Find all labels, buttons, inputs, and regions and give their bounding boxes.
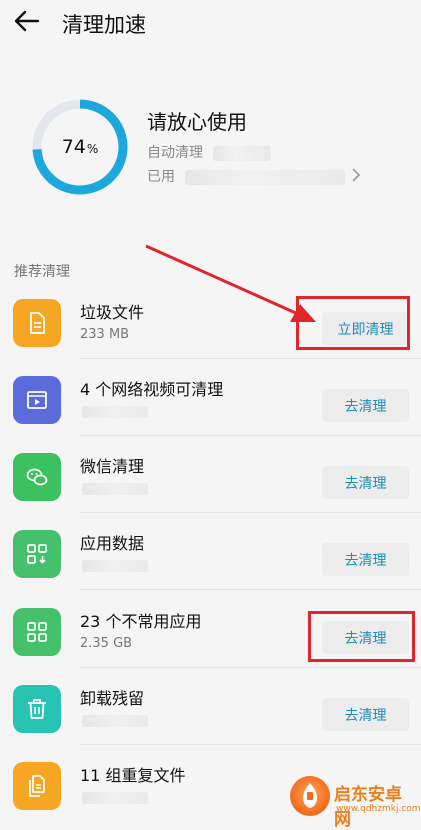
page-title: 清理加速: [62, 13, 146, 37]
app-grid-icon: [13, 608, 61, 656]
clean-item-videos[interactable]: 4 个网络视频可清理 去清理: [0, 360, 421, 436]
redacted-item-size: [82, 715, 148, 727]
watermark: 启东安卓网 www.qdhzmkj.com: [290, 772, 421, 830]
go-clean-button[interactable]: 去清理: [322, 466, 409, 499]
divider: [80, 358, 421, 359]
usage-percent-unit: %: [86, 142, 99, 156]
clean-item-app-data[interactable]: 应用数据 去清理: [0, 514, 421, 590]
chevron-right-icon[interactable]: [350, 167, 362, 183]
usage-percent: 74%: [30, 97, 130, 197]
item-name: 23 个不常用应用: [80, 612, 202, 631]
header: 清理加速: [0, 0, 421, 46]
status-title: 请放心使用: [147, 110, 247, 134]
usage-percent-value: 74: [61, 136, 86, 158]
redacted-item-size: [82, 406, 148, 418]
redacted-auto-clean-value: [213, 145, 272, 161]
go-clean-button[interactable]: 去清理: [322, 543, 409, 576]
app-data-icon: [13, 530, 61, 578]
trash-icon: [13, 685, 61, 733]
item-name: 11 组重复文件: [80, 766, 186, 785]
clean-item-wechat[interactable]: 微信清理 去清理: [0, 437, 421, 513]
go-clean-button[interactable]: 去清理: [322, 698, 409, 731]
item-size: 233 MB: [80, 327, 130, 342]
storage-used-label: 已用: [147, 169, 175, 185]
divider: [80, 667, 421, 668]
divider: [80, 512, 421, 513]
watermark-logo-icon: [290, 776, 330, 816]
item-name: 卸载残留: [80, 689, 145, 708]
video-icon: [13, 376, 61, 424]
highlight-box-unused-apps: [308, 611, 415, 662]
watermark-url: www.qdhzmkj.com: [336, 804, 421, 814]
auto-clean-line: 自动清理: [147, 142, 272, 162]
redacted-storage-value: [185, 169, 346, 185]
item-name: 应用数据: [80, 534, 145, 553]
clean-item-uninstall-leftovers[interactable]: 卸载残留 去清理: [0, 669, 421, 745]
highlight-box-clean-now: [296, 296, 410, 350]
storage-used-line[interactable]: 已用: [147, 166, 346, 186]
wechat-icon: [13, 453, 61, 501]
duplicate-files-icon: [13, 762, 61, 810]
item-size: 2.35 GB: [80, 636, 133, 651]
redacted-item-size: [82, 560, 148, 572]
redacted-item-size: [82, 483, 148, 495]
divider: [80, 435, 421, 436]
auto-clean-label: 自动清理: [147, 145, 203, 161]
back-arrow-icon[interactable]: [12, 6, 42, 36]
item-name: 4 个网络视频可清理: [80, 380, 224, 399]
redacted-item-size: [82, 792, 148, 804]
divider: [80, 589, 421, 590]
go-clean-button[interactable]: 去清理: [322, 389, 409, 422]
item-name: 微信清理: [80, 457, 145, 476]
divider: [80, 744, 421, 745]
item-name: 垃圾文件: [80, 303, 145, 322]
section-title-recommended: 推荐清理: [14, 264, 70, 280]
document-icon: [13, 299, 61, 347]
